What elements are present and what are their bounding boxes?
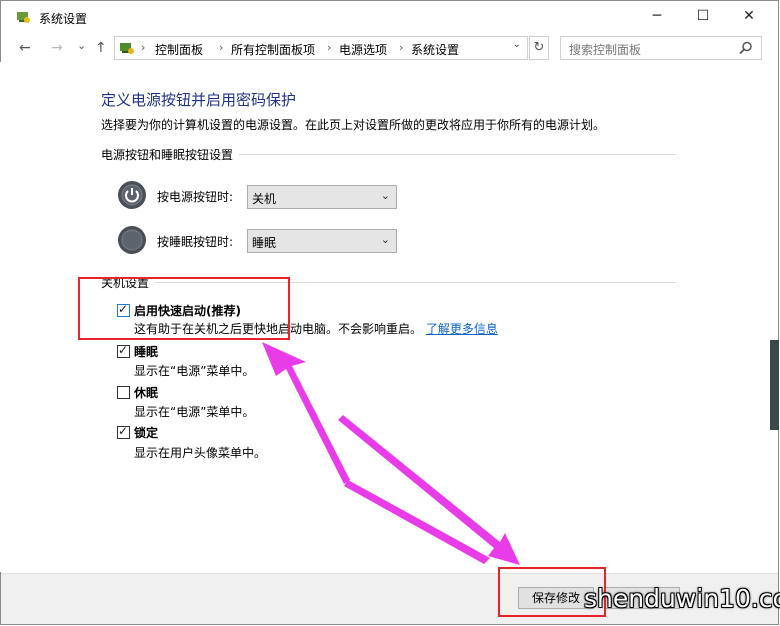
maximize-button[interactable]: ☐ xyxy=(680,1,726,31)
page-description: 选择要为你的计算机设置的电源设置。在此页上对设置所做的更改将应用于你所有的电源计… xyxy=(101,118,606,132)
breadcrumb-separator: › xyxy=(327,41,332,54)
background-window-edge xyxy=(770,340,779,430)
lock-checkbox[interactable]: ✓ xyxy=(117,424,130,439)
search-input[interactable]: 搜索控制面板 xyxy=(569,41,641,58)
chevron-down-icon: ⌄ xyxy=(380,233,390,246)
breadcrumb-power-options[interactable]: 电源选项 xyxy=(339,41,387,58)
address-bar[interactable]: › 控制面板 › 所有控制面板项 › 电源选项 › 系统设置 ⌄ xyxy=(114,36,528,60)
hibernate-option-description: 显示在“电源”菜单中。 xyxy=(134,405,255,419)
lock-option-description: 显示在用户头像菜单中。 xyxy=(134,446,267,460)
watermark-text: shenduwin10.com xyxy=(584,584,780,613)
power-button-label: 按电源按钮时: xyxy=(157,190,234,204)
checkmark-icon: ✓ xyxy=(118,343,129,357)
breadcrumb-separator: › xyxy=(399,41,404,54)
breadcrumb-separator: › xyxy=(219,41,224,54)
recent-locations-button[interactable]: ⌄ xyxy=(77,39,86,52)
power-buttons-section-title: 电源按钮和睡眠按钮设置 xyxy=(101,146,240,163)
minimize-button[interactable]: ─ xyxy=(634,1,680,31)
power-button-icon xyxy=(118,181,146,209)
breadcrumb-separator: › xyxy=(141,41,146,54)
learn-more-link[interactable]: 了解更多信息 xyxy=(426,322,498,336)
breadcrumb-system-settings[interactable]: 系统设置 xyxy=(411,41,459,58)
lock-option-label[interactable]: 锁定 xyxy=(134,424,158,441)
sleep-checkbox[interactable]: ✓ xyxy=(117,343,130,358)
forward-button[interactable]: → xyxy=(51,40,63,56)
sleep-option-label[interactable]: 睡眠 xyxy=(134,343,158,360)
power-options-icon xyxy=(17,12,30,23)
refresh-button[interactable]: ↻ xyxy=(529,36,549,60)
breadcrumb-control-panel[interactable]: 控制面板 xyxy=(155,41,203,58)
hibernate-option-label[interactable]: 休眠 xyxy=(134,384,158,401)
sleep-button-select[interactable]: 睡眠 ⌄ xyxy=(247,229,397,253)
address-toolbar: ← → ⌄ ↑ › 控制面板 › 所有控制面板项 › 电源选项 › 系统设置 ⌄… xyxy=(1,33,778,63)
sleep-button-label: 按睡眠按钮时: xyxy=(157,235,234,249)
background-window-edge xyxy=(0,62,8,572)
power-button-select[interactable]: 关机 ⌄ xyxy=(247,185,397,209)
control-panel-icon xyxy=(120,43,134,54)
sleep-button-icon xyxy=(118,226,146,254)
title-bar[interactable]: 系统设置 ─ ☐ ✕ xyxy=(1,1,778,33)
page-heading: 定义电源按钮并启用密码保护 xyxy=(101,91,297,109)
breadcrumb-all-items[interactable]: 所有控制面板项 xyxy=(231,41,315,58)
sleep-button-value: 睡眠 xyxy=(252,236,277,250)
checkmark-icon: ✓ xyxy=(118,424,129,438)
hibernate-checkbox[interactable] xyxy=(117,386,130,399)
back-button[interactable]: ← xyxy=(19,40,31,56)
sleep-option-description: 显示在“电源”菜单中。 xyxy=(134,364,255,378)
window-title: 系统设置 xyxy=(39,12,88,26)
address-dropdown-icon[interactable]: ⌄ xyxy=(513,39,521,50)
highlight-box-fast-startup xyxy=(78,277,290,340)
close-button[interactable]: ✕ xyxy=(726,1,772,31)
search-box[interactable]: 搜索控制面板 xyxy=(560,36,762,60)
search-icon xyxy=(739,41,752,55)
power-button-value: 关机 xyxy=(252,192,277,206)
chevron-down-icon: ⌄ xyxy=(380,189,390,202)
up-button[interactable]: ↑ xyxy=(95,40,107,56)
